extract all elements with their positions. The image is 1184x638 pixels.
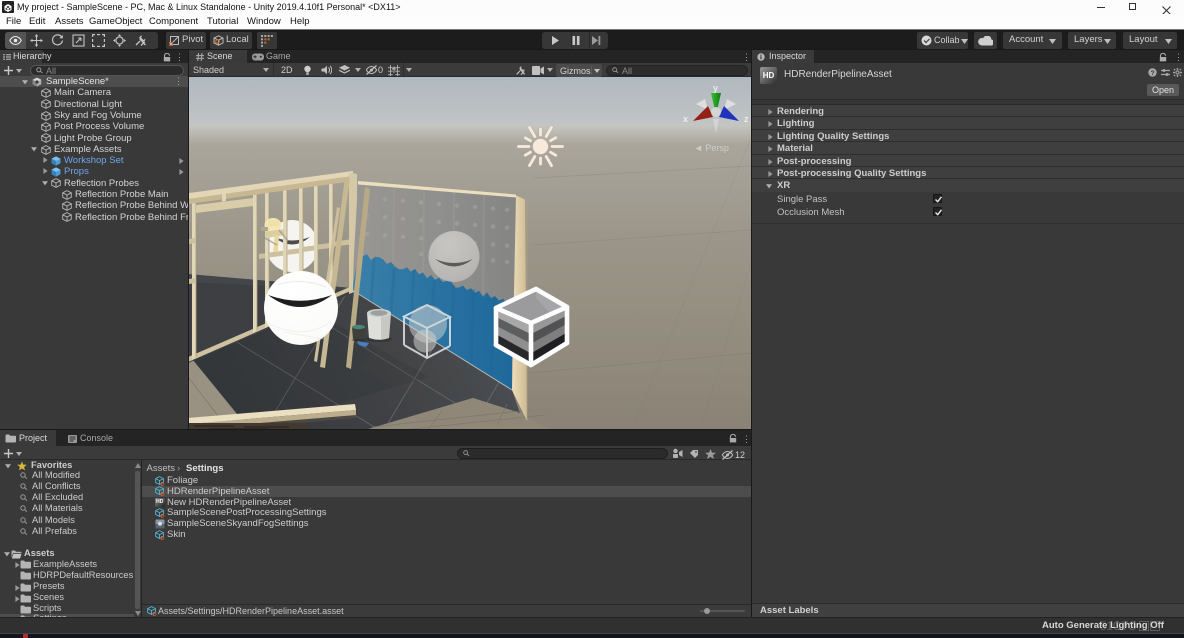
svg-text:y: y	[713, 83, 718, 93]
svg-text:z: z	[744, 114, 749, 124]
svg-text:?: ?	[1151, 70, 1155, 77]
svg-text:x: x	[683, 114, 688, 124]
svg-text:◄ Persp: ◄ Persp	[694, 143, 729, 153]
